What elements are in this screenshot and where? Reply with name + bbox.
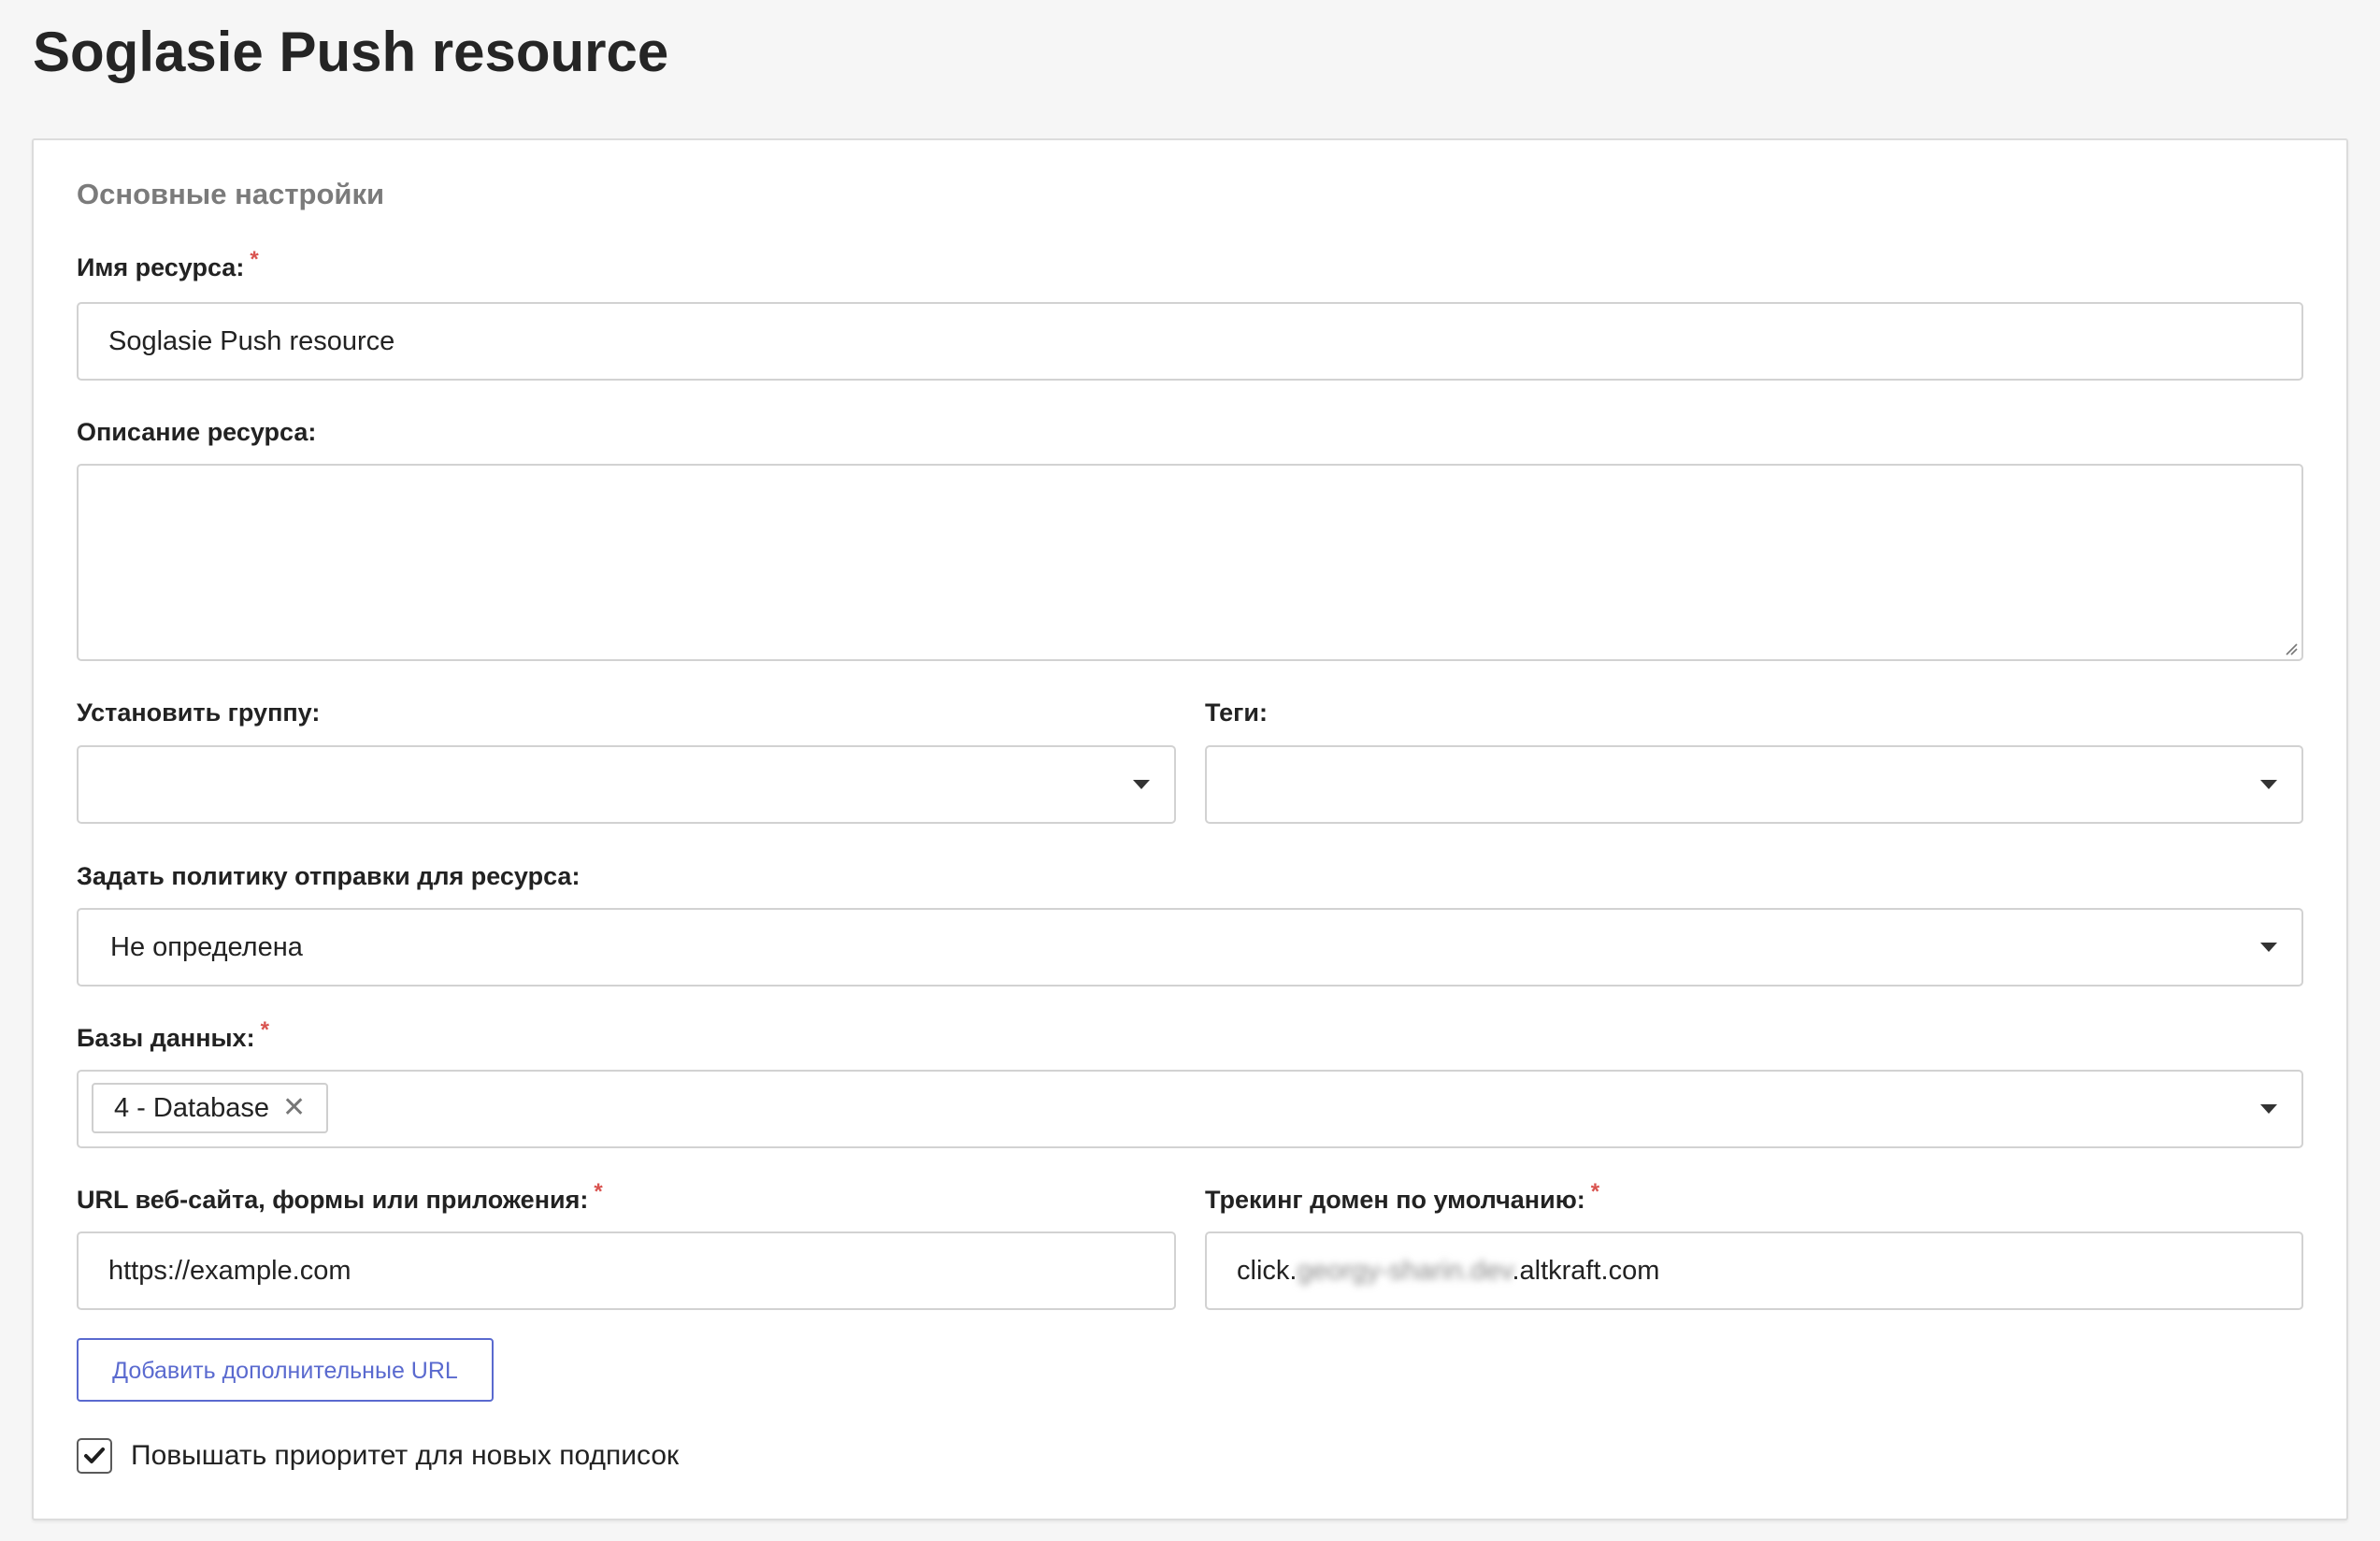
resource-name-value: Soglasie Push resource (108, 326, 395, 356)
resource-name-label: Имя ресурса: * (77, 247, 259, 282)
tracking-domain-label: Трекинг домен по умолчанию: * (1205, 1179, 1600, 1215)
required-mark: * (1590, 1179, 1600, 1204)
required-mark: * (594, 1179, 603, 1204)
resource-description-label: Описание ресурса: (77, 418, 317, 446)
close-icon[interactable]: ✕ (282, 1085, 306, 1131)
page-title: Soglasie Push resource (33, 21, 669, 83)
group-select[interactable] (77, 745, 1176, 824)
send-policy-label: Задать политику отправки для ресурса: (77, 862, 581, 890)
tracking-domain-prefix: click. (1237, 1256, 1298, 1286)
website-url-label: URL веб-сайта, формы или приложения: * (77, 1179, 603, 1215)
tracking-domain-input[interactable]: click.georgy-sharin.dev.altkraft.com (1205, 1231, 2303, 1310)
resource-description-textarea[interactable] (77, 464, 2303, 661)
tags-label: Теги: (1205, 698, 1268, 727)
website-url-input[interactable]: https://example.com (77, 1231, 1176, 1310)
tracking-domain-suffix: .altkraft.com (1512, 1256, 1660, 1286)
resize-handle-icon[interactable] (2283, 641, 2298, 655)
priority-checkbox-label[interactable]: Повышать приоритет для новых подписок (131, 1436, 679, 1476)
chevron-down-icon (1133, 780, 1150, 789)
section-title: Основные настройки (77, 178, 385, 210)
database-tag-label: 4 - Database (114, 1093, 270, 1123)
group-label: Установить группу: (77, 698, 321, 727)
tracking-domain-blurred: georgy-sharin.dev (1297, 1256, 1513, 1286)
priority-checkbox[interactable] (77, 1438, 112, 1474)
required-mark: * (250, 247, 259, 272)
databases-multiselect[interactable]: 4 - Database ✕ (77, 1070, 2303, 1148)
database-tag: 4 - Database ✕ (92, 1083, 329, 1133)
databases-label: Базы данных: * (77, 1017, 269, 1053)
chevron-down-icon (2260, 780, 2277, 789)
chevron-down-icon (2260, 1104, 2277, 1114)
required-mark: * (260, 1017, 269, 1043)
add-urls-button[interactable]: Добавить дополнительные URL (77, 1338, 494, 1402)
tags-select[interactable] (1205, 745, 2303, 824)
chevron-down-icon (2260, 943, 2277, 952)
checkmark-icon (84, 1447, 105, 1463)
resource-name-input[interactable]: Soglasie Push resource (77, 302, 2303, 381)
send-policy-select[interactable]: Не определена (77, 908, 2303, 987)
send-policy-value: Не определена (110, 932, 303, 962)
website-url-value: https://example.com (108, 1256, 351, 1286)
